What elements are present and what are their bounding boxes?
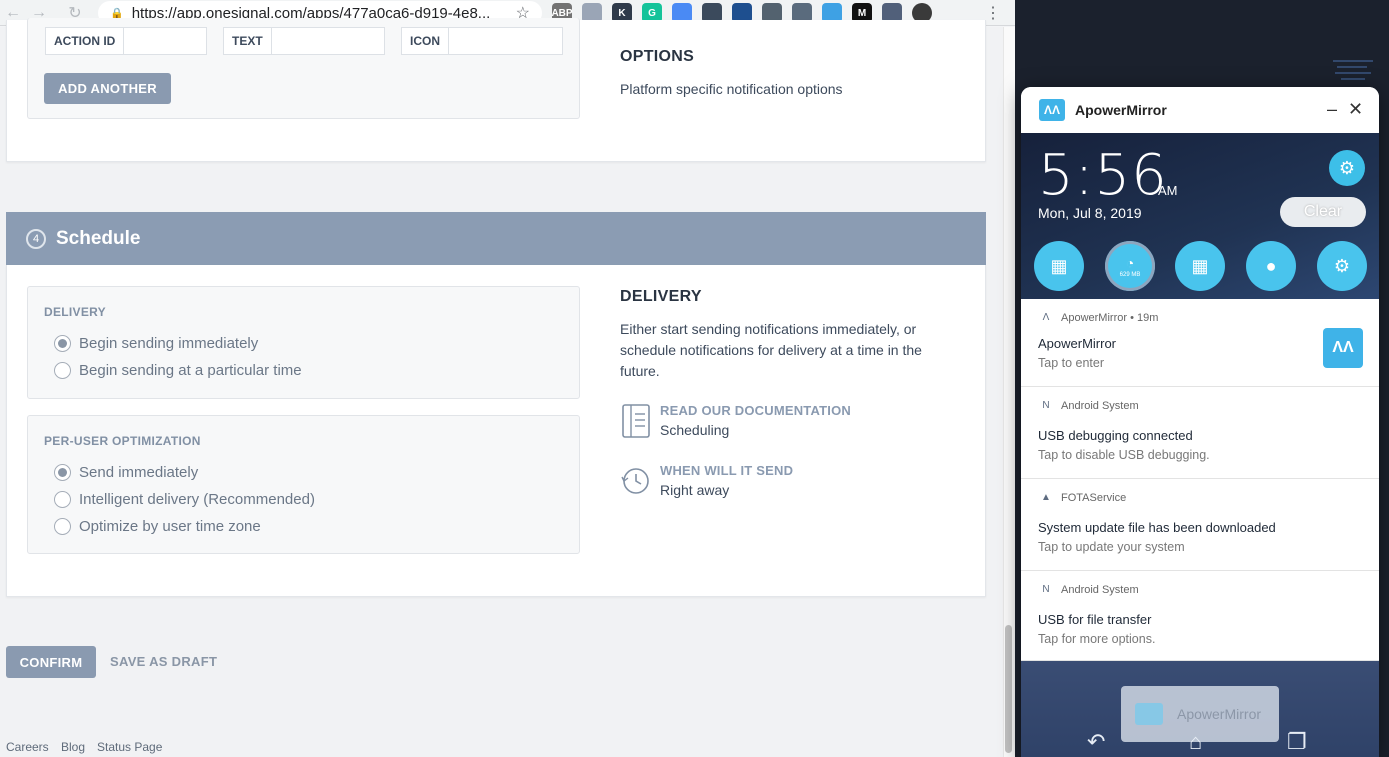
minimap-line	[1337, 66, 1367, 68]
notification-app-name: ApowerMirror • 19m	[1061, 311, 1159, 324]
clock-date: Mon, Jul 8, 2019	[1038, 205, 1142, 221]
when-will-it-send: WHEN WILL IT SEND Right away	[620, 463, 793, 499]
notification-app-name: Android System	[1061, 399, 1139, 412]
quick-setting-sim-icon[interactable]: ▦	[1034, 241, 1084, 291]
phone-screen: 5:56 AM Mon, Jul 8, 2019 ⚙ Clear ▦ ◔ 629 …	[1021, 133, 1379, 757]
apowermirror-logo-icon: ΛΛ	[1039, 99, 1065, 121]
delivery-help-heading: DELIVERY	[620, 288, 702, 305]
notification-subtitle: Tap for more options.	[1038, 632, 1156, 646]
docs-value: Scheduling	[660, 422, 730, 438]
scrollbar-thumb[interactable]	[1005, 625, 1012, 753]
action-id-field[interactable]: ACTION ID	[45, 27, 207, 55]
minimap-line	[1335, 72, 1371, 74]
docs-label: READ OUR DOCUMENTATION	[660, 403, 851, 418]
column-label: ICON	[402, 28, 449, 54]
delivery-help-text: Either start sending notifications immed…	[620, 321, 922, 379]
options-description: Platform specific notification options	[620, 81, 843, 97]
save-as-draft-button[interactable]: SAVE AS DRAFT	[110, 654, 217, 669]
apowermirror-small-icon: Λ	[1042, 312, 1050, 323]
clear-notifications-button[interactable]: Clear	[1280, 197, 1366, 227]
radio-unchecked-icon	[54, 491, 71, 508]
notification-shade-header: 5:56 AM Mon, Jul 8, 2019 ⚙ Clear ▦ ◔ 629 …	[1021, 133, 1379, 299]
action-buttons-card: ACTION ID TEXT ICON ADD ANOTHER OPTIONS …	[6, 18, 986, 162]
android-system-icon: N	[1042, 584, 1050, 595]
recents-nav-icon[interactable]: ❐	[1287, 729, 1307, 755]
radio-particular-time[interactable]: Begin sending at a particular time	[54, 362, 302, 379]
apowermirror-window: ΛΛ ApowerMirror – ✕ 5:56 AM Mon, Jul 8, …	[1021, 87, 1379, 757]
android-system-icon: N	[1042, 400, 1050, 411]
radio-checked-icon	[54, 335, 71, 352]
quick-setting-calculator-icon[interactable]: ▦	[1175, 241, 1225, 291]
notification-app-name: Android System	[1061, 583, 1139, 596]
radio-label: Intelligent delivery (Recommended)	[79, 491, 315, 508]
radio-begin-immediately[interactable]: Begin sending immediately	[54, 335, 258, 352]
radio-user-timezone[interactable]: Optimize by user time zone	[54, 518, 261, 535]
notification-title: ApowerMirror	[1038, 336, 1117, 351]
clock-time: 5:56	[1038, 143, 1168, 208]
confirm-button[interactable]: CONFIRM	[6, 646, 96, 678]
step-number-badge: 4	[26, 228, 46, 249]
notification-title: System update file has been downloaded	[1038, 520, 1276, 535]
clock-ampm: AM	[1158, 183, 1178, 198]
notification-subtitle: Tap to update your system	[1038, 540, 1185, 554]
column-label: TEXT	[224, 28, 272, 54]
schedule-section-header[interactable]: 4 Schedule	[6, 212, 986, 265]
minimize-icon[interactable]: –	[1327, 99, 1337, 120]
apowermirror-app-icon	[1135, 703, 1163, 725]
quick-setting-flashlight-icon[interactable]: ●	[1246, 241, 1296, 291]
radio-label: Send immediately	[79, 464, 199, 481]
notification-title: USB debugging connected	[1038, 428, 1193, 443]
memory-boost-icon[interactable]: ◔ 629 MB	[1105, 241, 1155, 291]
phone-home-area: ApowerMirror ↶ ⌂ ❐	[1021, 661, 1379, 757]
delivery-label: DELIVERY	[44, 305, 106, 319]
footer-link-status[interactable]: Status Page	[97, 740, 162, 754]
footer-link-blog[interactable]: Blog	[61, 740, 85, 754]
apowermirror-large-icon: ΛΛ	[1323, 328, 1363, 368]
notification-subtitle: Tap to disable USB debugging.	[1038, 448, 1210, 462]
column-label: ACTION ID	[46, 28, 125, 54]
warning-triangle-icon: ▲	[1041, 492, 1051, 503]
document-icon	[622, 404, 650, 438]
radio-send-immediately[interactable]: Send immediately	[54, 464, 198, 481]
memory-usage: 629 MB	[1119, 271, 1141, 278]
notification-apowermirror[interactable]: Λ ApowerMirror • 19m ApowerMirror Tap to …	[1021, 299, 1379, 387]
mirror-app-title: ApowerMirror	[1075, 102, 1167, 118]
radio-label: Begin sending immediately	[79, 335, 259, 352]
radio-intelligent-delivery[interactable]: Intelligent delivery (Recommended)	[54, 491, 315, 508]
radio-unchecked-icon	[54, 362, 71, 379]
close-icon[interactable]: ✕	[1348, 99, 1363, 120]
icon-field[interactable]: ICON	[401, 27, 563, 55]
radio-label: Begin sending at a particular time	[79, 362, 302, 379]
text-field[interactable]: TEXT	[223, 27, 385, 55]
clock-history-icon	[621, 468, 649, 494]
schedule-card: DELIVERY Begin sending immediately Begin…	[6, 265, 986, 597]
notification-title: USB for file transfer	[1038, 612, 1152, 627]
minimap-line	[1333, 60, 1373, 62]
quick-setting-gear-icon[interactable]: ⚙	[1317, 241, 1367, 291]
recent-app-label: ApowerMirror	[1177, 706, 1262, 722]
section-title: Schedule	[56, 227, 141, 249]
when-value: Right away	[660, 482, 730, 498]
radio-unchecked-icon	[54, 518, 71, 535]
when-label: WHEN WILL IT SEND	[660, 463, 794, 478]
back-nav-icon[interactable]: ↶	[1087, 729, 1105, 755]
browser-window: ← → ↻ 🔒 https://app.onesignal.com/apps/4…	[0, 0, 1015, 757]
add-another-button[interactable]: ADD ANOTHER	[44, 73, 171, 104]
home-nav-icon[interactable]: ⌂	[1189, 729, 1202, 755]
settings-gear-icon[interactable]: ⚙	[1329, 150, 1365, 186]
options-heading: OPTIONS	[620, 48, 695, 65]
minimap-line	[1341, 78, 1365, 80]
notification-app-name: FOTAService	[1061, 491, 1127, 504]
notification-usb-debugging[interactable]: N Android System USB debugging connected …	[1021, 387, 1379, 479]
footer-link-careers[interactable]: Careers	[6, 740, 49, 754]
notification-subtitle: Tap to enter	[1038, 356, 1105, 370]
mirror-titlebar: ΛΛ ApowerMirror – ✕	[1021, 87, 1379, 133]
notification-usb-transfer[interactable]: N Android System USB for file transfer Ta…	[1021, 571, 1379, 661]
radio-checked-icon	[54, 464, 71, 481]
notification-system-update[interactable]: ▲ FOTAService System update file has been…	[1021, 479, 1379, 571]
documentation-link[interactable]: READ OUR DOCUMENTATION Scheduling	[620, 403, 851, 439]
radio-label: Optimize by user time zone	[79, 518, 261, 535]
optimization-label: PER-USER OPTIMIZATION	[44, 434, 201, 448]
